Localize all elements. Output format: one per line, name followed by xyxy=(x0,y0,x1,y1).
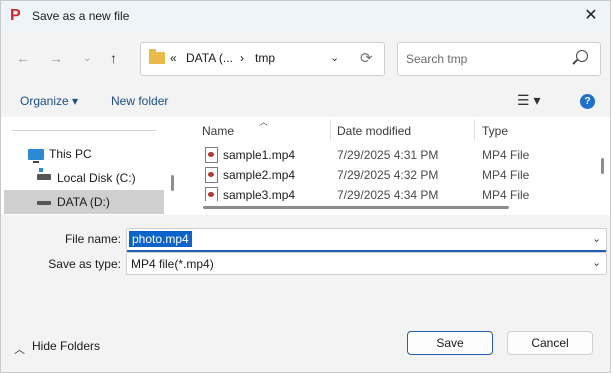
sidebar-item-label: DATA (D:) xyxy=(57,195,110,209)
chevron-down-icon[interactable]: ⌄ xyxy=(592,256,601,269)
recent-locations-chevron-icon[interactable]: ⌄ xyxy=(83,53,91,64)
save-dialog: P Save as a new file ✕ ← → ⌄ ↑ « DATA (.… xyxy=(0,0,611,373)
nav-scrollbar[interactable] xyxy=(171,175,174,191)
new-folder-button[interactable]: New folder xyxy=(111,94,168,108)
navigation-bar: ← → ⌄ ↑ « DATA (... › tmp ⌄ ⟳ Search tmp xyxy=(1,32,610,85)
column-header-date-modified[interactable]: Date modified xyxy=(337,124,411,138)
back-arrow-icon[interactable]: ← xyxy=(16,50,30,66)
address-bar[interactable]: « DATA (... › tmp ⌄ ⟳ xyxy=(140,42,385,76)
search-input[interactable]: Search tmp xyxy=(406,52,467,66)
file-name-input[interactable]: photo.mp4 xyxy=(129,231,192,247)
command-bar: Organize ▾ New folder ☰ ▾ ? xyxy=(1,85,610,117)
refresh-icon[interactable]: ⟳ xyxy=(360,49,373,67)
column-divider[interactable] xyxy=(330,119,331,141)
folder-icon xyxy=(149,49,165,64)
file-row[interactable]: sample1.mp4 7/29/2025 4:31 PM MP4 File xyxy=(181,145,594,165)
save-type-label: Save as type: xyxy=(48,257,121,271)
file-type: MP4 File xyxy=(482,168,530,182)
chevron-up-icon[interactable]: ︿ xyxy=(14,341,25,357)
search-icon[interactable] xyxy=(576,50,588,62)
browse-area: This PC Local Disk (C:) DATA (D:) ︿ Name… xyxy=(1,117,610,215)
horizontal-scrollbar[interactable] xyxy=(203,206,509,209)
video-file-icon xyxy=(205,147,218,163)
search-box[interactable]: Search tmp xyxy=(397,42,601,76)
file-type: MP4 File xyxy=(482,188,530,201)
chevron-down-icon[interactable]: ⌄ xyxy=(592,232,601,245)
nav-divider xyxy=(12,130,156,131)
view-options-icon[interactable]: ☰ ▾ xyxy=(517,92,540,109)
file-date: 7/29/2025 4:34 PM xyxy=(337,188,439,201)
dialog-footer: ︿ Hide Folders Save Cancel xyxy=(1,319,610,372)
save-type-value: MP4 file(*.mp4) xyxy=(131,257,214,271)
breadcrumb-overflow[interactable]: « xyxy=(170,51,177,65)
file-type: MP4 File xyxy=(482,148,530,162)
vertical-scrollbar[interactable] xyxy=(601,158,604,174)
drive-icon xyxy=(37,201,51,205)
app-icon: P xyxy=(10,7,21,24)
breadcrumb-separator[interactable]: › xyxy=(240,51,244,65)
sidebar-item-data-d[interactable]: DATA (D:) xyxy=(4,190,164,214)
sidebar-item-label: This PC xyxy=(49,147,92,161)
sort-ascending-icon: ︿ xyxy=(259,117,269,127)
column-header-name[interactable]: Name xyxy=(202,124,234,138)
close-icon[interactable]: ✕ xyxy=(582,7,600,25)
file-name-label: File name: xyxy=(64,232,121,246)
file-row[interactable]: sample2.mp4 7/29/2025 4:32 PM MP4 File xyxy=(181,165,594,185)
navigation-pane: This PC Local Disk (C:) DATA (D:) xyxy=(1,117,176,215)
breadcrumb-current[interactable]: tmp xyxy=(255,51,275,65)
address-dropdown-chevron-icon[interactable]: ⌄ xyxy=(330,51,339,64)
computer-icon xyxy=(28,149,44,163)
file-row[interactable]: sample3.mp4 7/29/2025 4:34 PM MP4 File xyxy=(181,185,594,201)
file-list: ︿ Name Date modified Type sample1.mp4 7/… xyxy=(181,117,594,215)
drive-icon xyxy=(37,168,51,180)
sidebar-item-local-disk-c[interactable]: Local Disk (C:) xyxy=(4,166,164,190)
window-title: Save as a new file xyxy=(32,9,130,23)
save-button[interactable]: Save xyxy=(407,331,493,355)
file-name-field[interactable]: photo.mp4 ⌄ xyxy=(126,228,607,252)
file-name: sample2.mp4 xyxy=(223,168,296,182)
file-date: 7/29/2025 4:32 PM xyxy=(337,168,439,182)
save-type-select[interactable]: MP4 file(*.mp4) ⌄ xyxy=(126,252,607,275)
title-bar: P Save as a new file ✕ xyxy=(1,1,610,32)
forward-arrow-icon[interactable]: → xyxy=(49,50,63,66)
breadcrumb-parent[interactable]: DATA (... xyxy=(186,51,233,65)
file-date: 7/29/2025 4:31 PM xyxy=(337,148,439,162)
help-icon[interactable]: ? xyxy=(580,94,595,109)
column-divider[interactable] xyxy=(474,119,475,141)
sidebar-item-this-pc[interactable]: This PC xyxy=(4,142,164,166)
video-file-icon xyxy=(205,187,218,201)
sidebar-item-label: Local Disk (C:) xyxy=(57,171,136,185)
hide-folders-button[interactable]: Hide Folders xyxy=(32,339,100,353)
file-name: sample3.mp4 xyxy=(223,188,296,201)
video-file-icon xyxy=(205,167,218,183)
up-arrow-icon[interactable]: ↑ xyxy=(110,50,117,66)
column-header-type[interactable]: Type xyxy=(482,124,508,138)
organize-button[interactable]: Organize ▾ xyxy=(20,94,78,108)
file-name: sample1.mp4 xyxy=(223,148,296,162)
cancel-button[interactable]: Cancel xyxy=(507,331,593,355)
